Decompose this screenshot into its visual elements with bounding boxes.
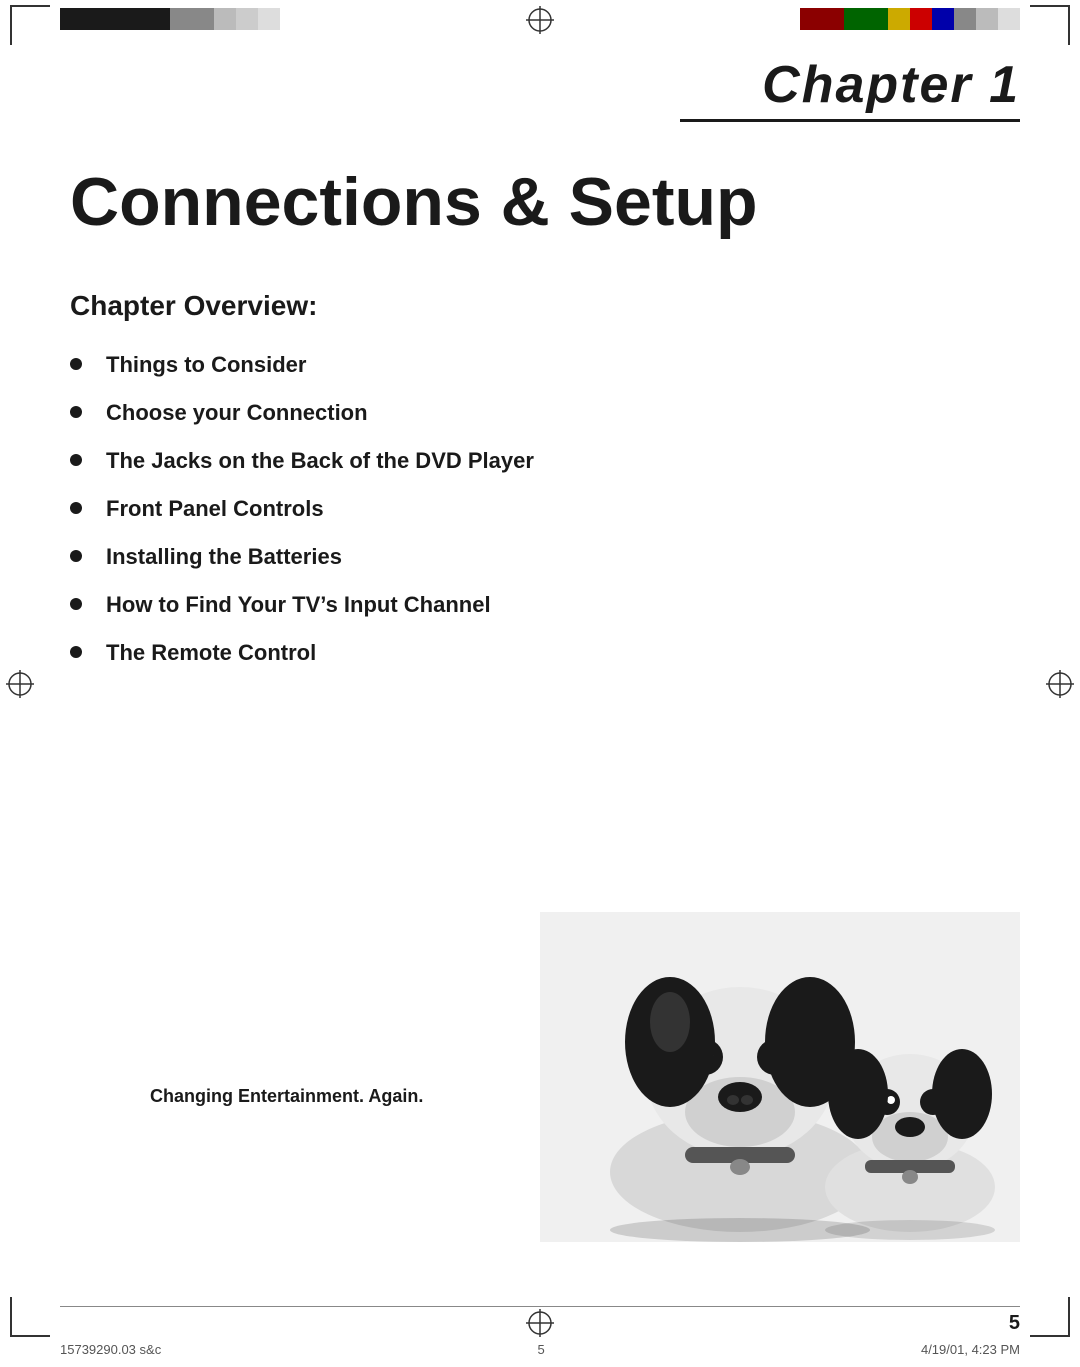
list-item-text: The Jacks on the Back of the DVD Player	[106, 448, 534, 474]
list-item-text: How to Find Your TV’s Input Channel	[106, 592, 491, 618]
page-title: Connections & Setup	[70, 165, 1010, 240]
list-item-text: Front Panel Controls	[106, 496, 324, 522]
footer-left: 15739290.03 s&c	[60, 1342, 161, 1357]
footer-center: 5	[537, 1342, 544, 1357]
list-item-text: Choose your Connection	[106, 400, 368, 426]
bottom-separator-line	[60, 1306, 1020, 1307]
list-item: Installing the Batteries	[70, 544, 1010, 570]
chapter-label: Chapter 1	[680, 55, 1020, 115]
bullet-dot	[70, 454, 82, 466]
dog-image	[540, 912, 1020, 1242]
corner-bracket-tr	[1030, 5, 1070, 45]
list-item-text: The Remote Control	[106, 640, 316, 666]
registration-mark-right	[1046, 670, 1074, 698]
chapter-header: Chapter 1	[680, 55, 1020, 122]
page-number: 5	[1009, 1312, 1020, 1335]
chapter-overview-heading: Chapter Overview:	[70, 290, 1010, 322]
color-strip-right	[800, 8, 1020, 30]
main-content: Connections & Setup Chapter Overview: Th…	[70, 165, 1010, 688]
list-item: The Remote Control	[70, 640, 1010, 666]
list-item-text: Things to Consider	[106, 352, 306, 378]
tagline: Changing Entertainment. Again.	[150, 1086, 423, 1107]
bullet-list: Things to Consider Choose your Connectio…	[70, 352, 1010, 666]
bullet-dot	[70, 358, 82, 370]
list-item-text: Installing the Batteries	[106, 544, 342, 570]
bullet-dot	[70, 550, 82, 562]
chapter-underline	[680, 119, 1020, 122]
registration-mark-left	[6, 670, 34, 698]
footer: 15739290.03 s&c 5 4/19/01, 4:23 PM	[0, 1342, 1080, 1357]
list-item: Front Panel Controls	[70, 496, 1010, 522]
registration-mark-bottom	[526, 1309, 554, 1337]
bullet-dot	[70, 502, 82, 514]
list-item: How to Find Your TV’s Input Channel	[70, 592, 1010, 618]
bottom-section: Changing Entertainment. Again.	[0, 927, 1080, 1307]
list-item: Things to Consider	[70, 352, 1010, 378]
list-item: Choose your Connection	[70, 400, 1010, 426]
corner-bracket-tl	[10, 5, 50, 45]
bullet-dot	[70, 598, 82, 610]
list-item: The Jacks on the Back of the DVD Player	[70, 448, 1010, 474]
color-strip-left	[60, 8, 280, 30]
bullet-dot	[70, 406, 82, 418]
registration-mark-top	[526, 6, 554, 34]
bullet-dot	[70, 646, 82, 658]
footer-right: 4/19/01, 4:23 PM	[921, 1342, 1020, 1357]
